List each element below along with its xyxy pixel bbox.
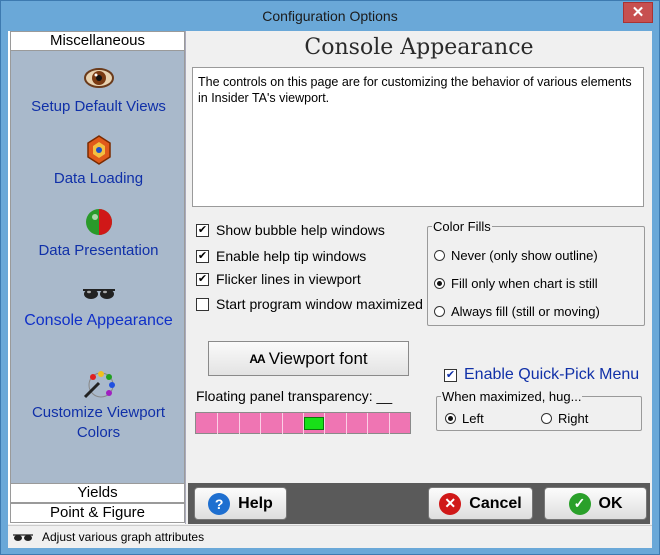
sidebar-item-label: Console Appearance (24, 312, 173, 329)
checkbox-label: Enable Quick-Pick Menu (464, 366, 640, 383)
enable-help-tip-checkbox[interactable]: Enable help tip windows (196, 247, 366, 265)
radio-label: Fill only when chart is still (451, 275, 598, 291)
cancel-x-icon: ✕ (439, 492, 462, 515)
slider-tick (282, 413, 283, 434)
radio-circle[interactable] (541, 412, 552, 424)
checkbox-box[interactable] (196, 249, 209, 263)
radio-circle[interactable] (445, 412, 456, 424)
cancel-button[interactable]: ✕ Cancel (428, 487, 533, 520)
sunglasses-icon (82, 289, 115, 299)
category-sidebar: Miscellaneous Setup Default Views Data L… (8, 31, 186, 524)
checkbox-label: Start program window maximized (216, 296, 423, 312)
slider-tick (367, 413, 368, 434)
sidebar-item-label: Setup Default Views (31, 98, 166, 115)
checkbox-box[interactable] (444, 368, 457, 382)
radio-label: Left (462, 410, 484, 426)
radio-label: Never (only show outline) (451, 247, 598, 263)
quick-pick-checkbox[interactable]: Enable Quick-Pick Menu (444, 366, 639, 384)
checkbox-label: Enable help tip windows (216, 248, 367, 264)
color-fills-group: Color Fills Never (only show outline) Fi… (427, 219, 645, 326)
description-box: The controls on this page are for custom… (192, 67, 644, 207)
help-button-label: Help (238, 494, 273, 512)
hug-left-radio[interactable]: Left (445, 409, 484, 427)
data-loading-icon (86, 135, 111, 165)
hug-right-radio[interactable]: Right (541, 409, 588, 427)
sidebar-item-data-loading[interactable]: Data Loading (11, 135, 186, 189)
red-ball-icon (85, 209, 112, 235)
start-maximized-checkbox[interactable]: Start program window maximized (196, 295, 423, 313)
slider-tick (346, 413, 347, 434)
viewport-font-label: Viewport font (268, 348, 368, 368)
dialog-button-bar: ? Help ✕ Cancel ✓ OK (188, 483, 650, 524)
radio-label: Always fill (still or moving) (451, 303, 600, 319)
close-button[interactable]: ✕ (623, 2, 653, 23)
eye-icon (83, 68, 114, 88)
slider-thumb[interactable] (304, 417, 324, 430)
radio-circle[interactable] (434, 249, 445, 261)
checkmark-icon: ✓ (568, 492, 591, 515)
cancel-button-label: Cancel (469, 494, 522, 512)
page-title: Console Appearance (304, 35, 534, 60)
checkbox-box[interactable] (196, 223, 209, 237)
checkbox-label: Show bubble help windows (216, 222, 385, 238)
fill-when-still-radio[interactable]: Fill only when chart is still (434, 274, 598, 292)
radio-circle[interactable] (434, 305, 445, 317)
fill-always-radio[interactable]: Always fill (still or moving) (434, 302, 600, 320)
palette-icon (83, 371, 115, 399)
slider-tick (239, 413, 240, 434)
checkbox-box[interactable] (196, 272, 209, 286)
show-bubble-help-checkbox[interactable]: Show bubble help windows (196, 221, 385, 239)
radio-circle[interactable] (434, 277, 445, 289)
category-point-and-figure[interactable]: Point & Figure (10, 503, 185, 523)
transparency-label: Floating panel transparency: __ (196, 388, 393, 404)
hug-group: When maximized, hug... Left Right (436, 389, 642, 431)
sidebar-item-setup-default-views[interactable]: Setup Default Views (11, 63, 186, 117)
checkbox-box[interactable] (196, 297, 209, 311)
status-text: Adjust various graph attributes (42, 530, 205, 544)
color-fills-legend: Color Fills (433, 219, 491, 234)
help-button[interactable]: ? Help (194, 487, 287, 520)
sidebar-item-label: Customize Viewport Colors (31, 404, 166, 441)
window-title: Configuration Options (262, 8, 398, 24)
slider-tick (389, 413, 390, 434)
flicker-lines-checkbox[interactable]: Flicker lines in viewport (196, 270, 361, 288)
sidebar-item-console-appearance[interactable]: Console Appearance (11, 277, 186, 331)
misc-items-panel: Setup Default Views Data Loading Data Pr… (10, 51, 185, 483)
sidebar-item-customize-viewport-colors[interactable]: Customize Viewport Colors (11, 369, 186, 443)
slider-tick (260, 413, 261, 434)
font-aa-icon: AA (249, 351, 265, 366)
checkbox-label: Flicker lines in viewport (216, 271, 361, 287)
dialog-client: Miscellaneous Setup Default Views Data L… (8, 31, 652, 548)
slider-tick (324, 413, 325, 434)
config-window: Configuration Options ✕ Miscellaneous Se… (0, 0, 660, 555)
settings-panel: Console Appearance The controls on this … (188, 31, 650, 483)
sidebar-item-data-presentation[interactable]: Data Presentation (11, 207, 186, 261)
question-icon: ? (208, 492, 231, 515)
ok-button-label: OK (598, 494, 623, 512)
hug-legend: When maximized, hug... (442, 389, 582, 404)
status-bar: Adjust various graph attributes (8, 525, 652, 548)
sidebar-item-label: Data Presentation (38, 242, 159, 259)
sunglasses-icon (13, 534, 33, 541)
transparency-slider[interactable] (195, 412, 411, 434)
category-yields[interactable]: Yields (10, 483, 185, 503)
category-miscellaneous[interactable]: Miscellaneous (10, 31, 185, 51)
title-bar[interactable]: Configuration Options ✕ (1, 1, 659, 31)
radio-label: Right (558, 410, 589, 426)
ok-button[interactable]: ✓ OK (544, 487, 647, 520)
fill-never-radio[interactable]: Never (only show outline) (434, 246, 598, 264)
slider-tick (217, 413, 218, 434)
sidebar-item-label: Data Loading (53, 170, 144, 187)
viewport-font-button[interactable]: AA Viewport font (208, 341, 409, 376)
